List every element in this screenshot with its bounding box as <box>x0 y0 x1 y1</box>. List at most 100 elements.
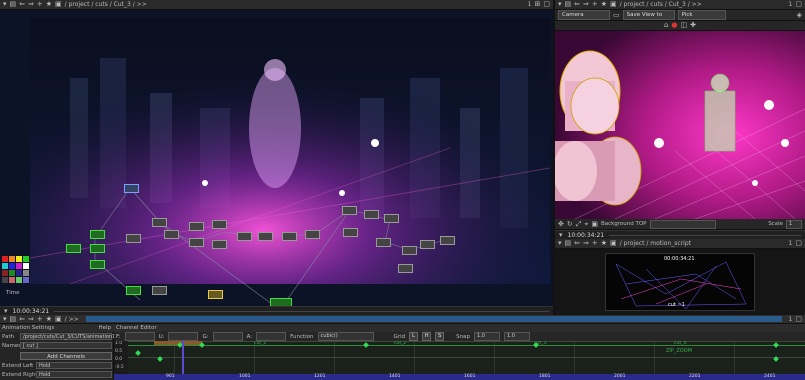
extend-right-select[interactable]: Hold <box>36 371 112 378</box>
add-channels-button[interactable]: Add Channels <box>20 352 112 360</box>
network-node[interactable] <box>212 220 227 229</box>
bottom-path-arrow[interactable]: / >> <box>65 316 79 323</box>
back-icon[interactable]: ⇐ <box>574 239 580 248</box>
back-icon[interactable]: ⇐ <box>19 0 25 9</box>
network-path[interactable]: / project / cuts / Cut_3 / >> <box>65 1 147 8</box>
add-icon[interactable]: + <box>37 0 43 9</box>
add-icon[interactable]: + <box>592 239 598 248</box>
g-field[interactable] <box>212 332 243 341</box>
network-node[interactable] <box>189 222 204 231</box>
back-icon[interactable]: ⇐ <box>574 0 580 9</box>
help-button[interactable]: Help <box>98 325 111 331</box>
network-node[interactable] <box>237 232 252 241</box>
scale-field[interactable]: 1 <box>786 219 802 229</box>
network-editor[interactable]: Time <box>0 10 553 306</box>
network-node[interactable] <box>398 264 413 273</box>
frame-all-icon[interactable]: ◫ <box>681 21 688 30</box>
bookmark-star-icon[interactable]: ★ <box>601 0 607 9</box>
f-field[interactable] <box>124 332 155 341</box>
network-node[interactable] <box>376 238 391 247</box>
script-pane[interactable]: 00:00:34:21 cut ~1 <box>555 249 805 315</box>
pane-menu-icon[interactable]: ▾ <box>558 0 562 9</box>
pane-close-icon[interactable]: ▢ <box>795 0 802 9</box>
grid-s-button[interactable]: S <box>435 332 445 341</box>
pane-split-icon[interactable]: ▤ <box>565 0 572 9</box>
keyframe[interactable] <box>773 342 779 348</box>
extend-left-select[interactable]: Hold <box>36 362 112 369</box>
forward-icon[interactable]: ⇒ <box>583 0 589 9</box>
grid-l-button[interactable]: L <box>409 332 419 341</box>
names-field[interactable]: [ cut ] <box>20 342 112 349</box>
bg-toggle-icon[interactable]: ▣ <box>591 220 598 229</box>
pane-menu-icon[interactable]: ▾ <box>558 239 562 248</box>
network-node[interactable] <box>402 246 417 255</box>
network-node[interactable] <box>420 240 435 249</box>
keyframe[interactable] <box>199 342 205 348</box>
bookmark-star-icon[interactable]: ★ <box>601 239 607 248</box>
u-field[interactable] <box>168 332 199 341</box>
pane-split-icon[interactable]: ▤ <box>10 0 17 9</box>
network-node[interactable] <box>152 218 167 227</box>
mode-select[interactable]: Pick <box>677 10 726 20</box>
plus-icon[interactable]: ✚ <box>690 21 696 30</box>
network-node[interactable] <box>342 206 357 215</box>
a-field[interactable] <box>256 332 287 341</box>
network-node[interactable] <box>189 238 204 247</box>
network-node[interactable] <box>164 230 179 239</box>
viewer-pin-icon[interactable]: ◈ <box>797 11 802 20</box>
forward-icon[interactable]: ⇒ <box>583 239 589 248</box>
network-node[interactable] <box>258 232 273 241</box>
network-node-active[interactable] <box>90 230 105 239</box>
playhead[interactable] <box>182 341 184 374</box>
curve-graph[interactable]: 1.0 0.5 0.0 -0.5 cut_1 cut_2 cut_3 cut_4… <box>114 341 805 374</box>
path-field[interactable]: /project/cuts/Cut_3/CUTS/animation1 <box>20 333 115 340</box>
viewer-path[interactable]: / project / cuts / Cut_3 / >> <box>620 1 702 8</box>
save-icon[interactable]: ▣ <box>610 239 617 248</box>
viewer-3d[interactable] <box>555 31 805 219</box>
scale-icon[interactable]: ⤢ <box>576 220 582 229</box>
move-icon[interactable]: ✥ <box>558 220 564 229</box>
channel-editor[interactable]: Channel Editor F: U: G: A: Function cubi… <box>114 324 805 380</box>
pane-close-icon[interactable]: ▢ <box>795 315 802 323</box>
network-node-active[interactable] <box>90 244 105 253</box>
network-node[interactable] <box>305 230 320 239</box>
network-node[interactable] <box>384 214 399 223</box>
pane-menu-icon[interactable]: ▾ <box>3 315 7 323</box>
save-icon[interactable]: ▣ <box>610 0 617 9</box>
keyframe[interactable] <box>363 342 369 348</box>
network-node-active[interactable] <box>90 260 105 269</box>
keyframe[interactable] <box>135 350 141 356</box>
network-node-selected[interactable] <box>208 290 223 299</box>
pane-close-icon[interactable]: ▢ <box>795 239 802 248</box>
network-node[interactable] <box>152 286 167 295</box>
network-node[interactable] <box>343 228 358 237</box>
network-node-active[interactable] <box>270 298 292 306</box>
home-icon[interactable]: ⌂ <box>664 21 668 30</box>
record-icon[interactable]: ● <box>671 21 677 30</box>
camera-pick-icon[interactable]: ▭ <box>613 11 620 20</box>
pane-split-icon[interactable]: ▤ <box>565 239 572 248</box>
network-node[interactable] <box>282 232 297 241</box>
frame-ruler[interactable]: 901 1001 1201 1401 1601 1801 2001 2201 2… <box>114 374 805 380</box>
network-node[interactable] <box>124 184 139 193</box>
bookmark-star-icon[interactable]: ★ <box>46 0 52 9</box>
network-node-active[interactable] <box>66 244 81 253</box>
network-node[interactable] <box>440 236 455 245</box>
save-icon[interactable]: ▣ <box>55 315 62 323</box>
camera-select[interactable]: Camera <box>558 10 610 20</box>
add-icon[interactable]: + <box>37 315 43 323</box>
function-field[interactable]: cubic() <box>317 332 374 341</box>
pane-split-icon[interactable]: ▤ <box>10 315 17 323</box>
network-node[interactable] <box>126 234 141 243</box>
viewer-timeline[interactable]: ▾ 10:00:34:21 <box>555 230 805 239</box>
forward-icon[interactable]: ⇒ <box>28 315 34 323</box>
add-icon[interactable]: + <box>592 0 598 9</box>
network-node-active[interactable] <box>126 286 141 295</box>
network-node[interactable] <box>212 240 227 249</box>
pane-close-icon[interactable]: ▢ <box>543 0 550 9</box>
bookmark-star-icon[interactable]: ★ <box>46 315 52 323</box>
color-palette[interactable]: Time <box>0 256 30 300</box>
pane-menu-icon[interactable]: ▾ <box>3 0 7 9</box>
rotate-icon[interactable]: ↻ <box>567 220 573 229</box>
grid-h-button[interactable]: H <box>422 332 432 341</box>
